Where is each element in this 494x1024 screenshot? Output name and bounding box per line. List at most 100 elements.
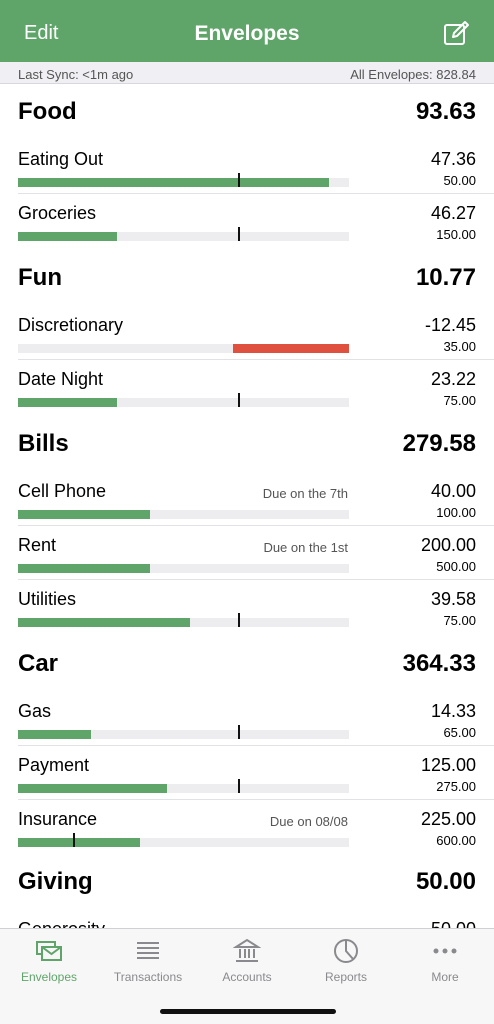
envelopes-icon [36, 941, 62, 961]
envelope-amount: 50.00 [431, 919, 476, 928]
nav-bar: Edit Envelopes [0, 0, 494, 62]
list-icon [137, 942, 159, 959]
all-envelopes-total: All Envelopes: 828.84 [350, 67, 476, 82]
envelope-row[interactable]: Cell Phone Due on the 7th 40.00 100.00 [0, 472, 494, 526]
progress-marker [238, 173, 240, 187]
envelope-budget: 100.00 [436, 505, 476, 520]
pie-chart-icon [334, 939, 358, 963]
group-title: Car [18, 650, 59, 677]
bank-icon [233, 938, 261, 962]
envelope-budget: 65.00 [443, 725, 476, 740]
more-icon [433, 948, 457, 954]
envelope-row[interactable]: Date Night 23.22 75.00 [0, 360, 494, 414]
envelope-amount: 23.22 [430, 369, 476, 389]
envelope-amount: 125.00 [420, 755, 476, 775]
progress-fill [18, 178, 329, 187]
progress-fill [18, 838, 140, 847]
envelope-row[interactable]: Rent Due on the 1st 200.00 500.00 [0, 526, 494, 580]
progress-marker [238, 393, 240, 407]
envelope-budget: 50.00 [443, 173, 476, 188]
progress-track [18, 779, 349, 793]
envelope-name: Eating Out [18, 149, 104, 169]
envelope-name: Rent [18, 535, 57, 555]
due-date-label: Due on the 1st [263, 540, 348, 555]
progress-marker [238, 613, 240, 627]
progress-fill [18, 730, 91, 739]
tab-envelopes[interactable]: Envelopes [0, 929, 98, 999]
progress-marker [238, 227, 240, 241]
progress-marker [238, 779, 240, 793]
envelope-name: Groceries [18, 203, 97, 223]
progress-track [18, 725, 349, 739]
progress-fill [18, 232, 117, 241]
tab-more[interactable]: More [396, 929, 494, 999]
page-title: Envelopes [194, 22, 300, 45]
envelope-name: Date Night [18, 369, 104, 389]
progress-track [18, 510, 349, 519]
progress-track [18, 344, 349, 353]
tab-label: Accounts [222, 970, 272, 984]
group-title: Giving [18, 868, 93, 895]
envelope-budget: 600.00 [436, 833, 476, 848]
group-title: Bills [18, 430, 69, 457]
envelope-amount: -12.45 [424, 315, 476, 335]
envelope-row[interactable]: Utilities 39.58 75.00 [0, 580, 494, 634]
envelope-name: Payment [18, 755, 90, 775]
group-total: 279.58 [402, 430, 476, 457]
compose-icon [444, 21, 469, 45]
envelope-row[interactable]: Generosity 50.00 [0, 910, 494, 928]
envelope-row[interactable]: Discretionary -12.45 35.00 [0, 306, 494, 360]
tab-label: More [431, 970, 459, 984]
progress-fill [18, 784, 167, 793]
group-title: Food [18, 98, 77, 125]
progress-fill [18, 618, 190, 627]
progress-fill [18, 564, 150, 573]
progress-track [18, 393, 349, 407]
tab-reports[interactable]: Reports [297, 929, 395, 999]
envelope-row[interactable]: Gas 14.33 65.00 [0, 692, 494, 746]
tab-accounts[interactable]: Accounts [198, 929, 296, 999]
envelope-list[interactable]: Food 93.63 Eating Out 47.36 50.00 Grocer… [0, 84, 494, 928]
envelope-amount: 46.27 [430, 203, 476, 223]
envelope-name: Discretionary [18, 315, 124, 335]
progress-track [18, 227, 349, 241]
compose-button[interactable] [442, 20, 470, 48]
progress-marker [73, 833, 75, 847]
tab-label: Reports [324, 970, 368, 984]
envelope-name: Generosity [18, 919, 105, 928]
progress-fill [18, 398, 117, 407]
envelope-row[interactable]: Insurance Due on 08/08 225.00 600.00 [0, 800, 494, 854]
envelope-name: Gas [18, 701, 52, 721]
tab-transactions[interactable]: Transactions [99, 929, 197, 999]
home-indicator [160, 1009, 336, 1014]
progress-track [18, 613, 349, 627]
envelope-row[interactable]: Groceries 46.27 150.00 [0, 194, 494, 248]
envelope-amount: 39.58 [430, 589, 476, 609]
envelope-budget: 75.00 [443, 613, 476, 628]
envelope-row[interactable]: Payment 125.00 275.00 [0, 746, 494, 800]
envelope-budget: 275.00 [436, 779, 476, 794]
envelope-amount: 47.36 [430, 149, 476, 169]
edit-button[interactable]: Edit [24, 22, 58, 45]
progress-track [18, 833, 349, 847]
last-sync-label: Last Sync: <1m ago [18, 67, 134, 82]
progress-fill [18, 510, 150, 519]
envelope-budget: 75.00 [443, 393, 476, 408]
envelope-amount: 40.00 [430, 481, 476, 501]
group-title: Fun [18, 264, 62, 291]
group-total: 10.77 [415, 264, 476, 291]
envelope-budget: 35.00 [443, 339, 476, 354]
progress-track [18, 173, 349, 187]
progress-fill-negative [233, 344, 349, 353]
envelope-amount: 14.33 [430, 701, 476, 721]
group-total: 93.63 [415, 98, 476, 125]
progress-marker [238, 725, 240, 739]
tab-label: Envelopes [20, 970, 78, 984]
group-total: 364.33 [402, 650, 476, 677]
due-date-label: Due on the 7th [262, 486, 348, 501]
envelope-name: Insurance [18, 809, 98, 829]
envelope-amount: 200.00 [420, 535, 476, 555]
envelope-row[interactable]: Eating Out 47.36 50.00 [0, 140, 494, 194]
envelope-name: Utilities [18, 589, 77, 609]
due-date-label: Due on 08/08 [269, 814, 348, 829]
